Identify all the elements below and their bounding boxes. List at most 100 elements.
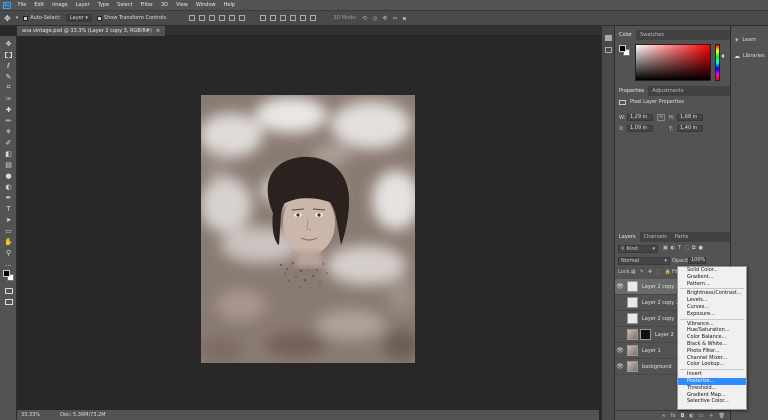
marquee-tool-icon[interactable] [3, 50, 14, 59]
distribute-center-icon[interactable] [300, 15, 307, 21]
eyedropper-icon[interactable]: ✑ [3, 94, 14, 103]
menu-item-hue-saturation[interactable]: Hue/Saturation... [678, 327, 746, 334]
x-field[interactable]: 1,09 in [627, 125, 653, 132]
3d-roll-icon[interactable]: ◎ [372, 15, 377, 22]
menu-layer[interactable]: Layer [72, 0, 94, 10]
align-middle-icon[interactable] [199, 15, 206, 21]
3d-rotate-icon[interactable]: ⟲ [362, 15, 367, 22]
foreground-color-swatch[interactable] [619, 45, 626, 52]
eraser-icon[interactable]: ◧ [3, 149, 14, 158]
menu-type[interactable]: Type [94, 0, 113, 10]
filter-type-icon[interactable]: T [678, 245, 681, 251]
dodge-tool-icon[interactable]: ◐ [3, 182, 14, 191]
menu-item-vibrance[interactable]: Vibrance... [678, 321, 746, 328]
more-tools-icon[interactable]: … [3, 259, 14, 268]
color-swatches[interactable] [3, 270, 14, 282]
3d-pan-icon[interactable]: ✥ [382, 15, 387, 22]
lock-all-icon[interactable]: 🔒 [665, 269, 671, 275]
menu-item-gradient[interactable]: Gradient... [678, 274, 746, 281]
actions-panel-icon[interactable] [605, 47, 612, 53]
document-canvas-image[interactable] [201, 95, 415, 363]
tab-paths[interactable]: Paths [671, 232, 693, 242]
menu-item-pattern[interactable]: Pattern... [678, 281, 746, 288]
lock-image-icon[interactable]: ✎ [640, 269, 644, 275]
menu-3d[interactable]: 3D [157, 0, 172, 10]
filter-toggle-icon[interactable]: ● [698, 245, 702, 251]
filter-pixel-icon[interactable]: ▣ [663, 245, 668, 251]
menu-item-posterize[interactable]: Posterize... [678, 377, 746, 385]
menu-item-photo-filter[interactable]: Photo Filter... [678, 348, 746, 355]
learn-button[interactable]: ☀ Learn [734, 35, 766, 45]
healing-brush-icon[interactable]: ✚ [3, 105, 14, 114]
type-tool-icon[interactable]: T [3, 204, 14, 213]
clone-stamp-icon[interactable]: ⚘ [3, 127, 14, 136]
menu-item-solid-color[interactable]: Solid Color... [678, 267, 746, 274]
quick-mask-icon[interactable] [3, 286, 14, 295]
history-panel-icon[interactable] [605, 35, 612, 41]
hue-slider[interactable] [715, 44, 720, 81]
menu-item-curves[interactable]: Curves... [678, 304, 746, 311]
lock-artboard-icon[interactable]: ⬚ [656, 269, 661, 275]
pen-tool-icon[interactable]: ✒ [3, 193, 14, 202]
menu-image[interactable]: Image [48, 0, 72, 10]
distribute-bottom-icon[interactable] [280, 15, 287, 21]
visibility-eye-icon[interactable]: 👁 [615, 283, 625, 290]
menu-item-levels[interactable]: Levels... [678, 297, 746, 304]
new-group-icon[interactable]: ▭ [699, 413, 704, 419]
distribute-right-icon[interactable] [310, 15, 317, 21]
chevron-down-icon[interactable]: ▾ [16, 15, 19, 21]
close-icon[interactable]: × [156, 26, 160, 36]
crop-tool-icon[interactable]: ⌗ [3, 83, 14, 92]
menu-view[interactable]: View [172, 0, 192, 10]
menu-item-threshold[interactable]: Threshold... [678, 385, 746, 392]
menu-item-exposure[interactable]: Exposure... [678, 311, 746, 318]
menu-help[interactable]: Help [220, 0, 239, 10]
align-right-icon[interactable] [239, 15, 246, 21]
distribute-middle-icon[interactable] [270, 15, 277, 21]
tab-channels[interactable]: Channels [640, 232, 671, 242]
link-icon[interactable]: ∞ [657, 114, 665, 121]
lock-position-icon[interactable]: ✥ [648, 269, 652, 275]
menu-select[interactable]: Select [113, 0, 136, 10]
align-top-icon[interactable] [189, 15, 196, 21]
screen-mode-icon[interactable] [3, 297, 14, 306]
tab-swatches[interactable]: Swatches [636, 30, 668, 40]
delete-layer-icon[interactable]: 🗑 [719, 413, 725, 419]
3d-slide-icon[interactable]: ⇔ [392, 15, 397, 22]
fx-icon[interactable]: fx [671, 413, 676, 419]
tab-properties[interactable]: Properties [615, 86, 649, 96]
menu-item-gradient-map[interactable]: Gradient Map... [678, 392, 746, 399]
menu-window[interactable]: Window [192, 0, 220, 10]
menu-item-invert[interactable]: Invert [678, 371, 746, 378]
shape-tool-icon[interactable]: ▭ [3, 226, 14, 235]
lock-transparent-icon[interactable]: ▦ [631, 269, 636, 275]
menu-item-selective-color[interactable]: Selective Color... [678, 398, 746, 405]
align-center-icon[interactable] [229, 15, 236, 21]
canvas-area[interactable] [17, 36, 599, 410]
color-picker-field[interactable] [635, 44, 711, 81]
quick-selection-icon[interactable]: ✎ [3, 72, 14, 81]
visibility-eye-icon[interactable]: 👁 [615, 347, 625, 354]
hue-slider-handle-icon[interactable] [721, 54, 724, 58]
document-tab[interactable]: ana vintage.psd @ 33,3% (Layer 2 copy 3,… [17, 26, 166, 36]
gradient-tool-icon[interactable]: ▤ [3, 160, 14, 169]
opacity-field[interactable]: 100% [688, 257, 706, 264]
zoom-level[interactable]: 33,33% [21, 412, 40, 418]
blur-tool-icon[interactable]: ● [3, 171, 14, 180]
lasso-tool-icon[interactable]: ℓ [3, 61, 14, 70]
transform-controls-checkbox[interactable] [96, 15, 102, 21]
color-panel-swatches[interactable] [619, 45, 630, 56]
hand-tool-icon[interactable]: ✋ [3, 237, 14, 246]
kind-filter-dropdown[interactable]: ⚲ Kind ▾ [618, 245, 658, 253]
y-field[interactable]: 1,40 in [677, 125, 703, 132]
align-left-icon[interactable] [219, 15, 226, 21]
menu-file[interactable]: File [14, 0, 30, 10]
menu-item-channel-mixer[interactable]: Channel Mixer... [678, 355, 746, 362]
path-selection-icon[interactable]: ➤ [3, 215, 14, 224]
move-tool-icon[interactable]: ✥ [3, 39, 14, 48]
auto-select-checkbox[interactable] [23, 15, 29, 21]
height-field[interactable]: 1,68 in [677, 114, 703, 121]
filter-adjustment-icon[interactable]: ◐ [671, 245, 675, 251]
layer-mask-thumbnail[interactable] [640, 329, 651, 340]
new-adjustment-icon[interactable]: ◐ [690, 413, 694, 419]
